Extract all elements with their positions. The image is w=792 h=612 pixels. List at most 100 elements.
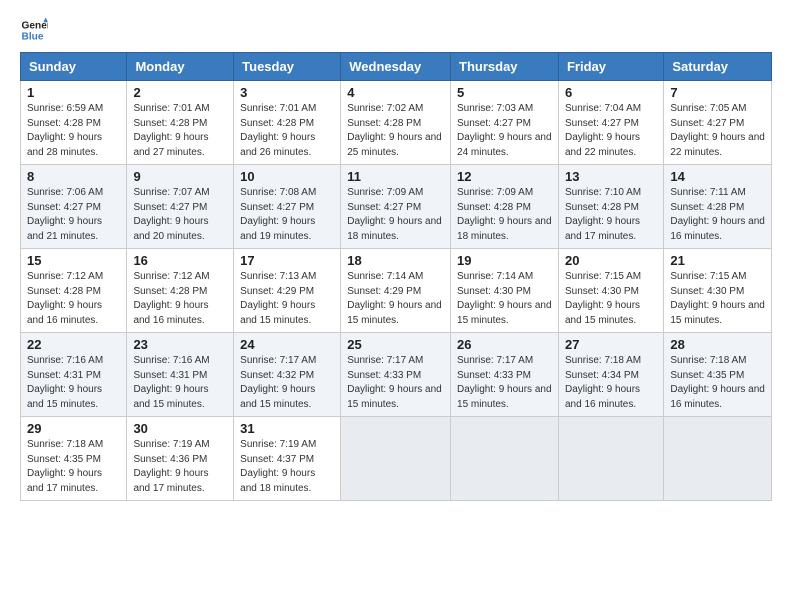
day-number: 7 (670, 85, 765, 100)
day-info: Sunrise: 7:03 AMSunset: 4:27 PMDaylight:… (457, 102, 552, 160)
calendar-cell: 30Sunrise: 7:19 AMSunset: 4:36 PMDayligh… (127, 417, 234, 501)
day-number: 19 (457, 253, 552, 268)
column-header-sunday: Sunday (21, 53, 127, 81)
day-number: 29 (27, 421, 120, 436)
column-header-friday: Friday (558, 53, 663, 81)
day-info: Sunrise: 7:08 AMSunset: 4:27 PMDaylight:… (240, 186, 334, 244)
calendar-cell: 3 Sunrise: 7:01 AMSunset: 4:28 PMDaylight… (234, 81, 341, 165)
calendar-cell: 13 Sunrise: 7:10 AMSunset: 4:28 PMDayligh… (558, 165, 663, 249)
day-number: 10 (240, 169, 334, 184)
calendar-cell: 23 Sunrise: 7:16 AMSunset: 4:31 PMDayligh… (127, 333, 234, 417)
calendar-cell: 27 Sunrise: 7:18 AMSunset: 4:34 PMDayligh… (558, 333, 663, 417)
day-number: 15 (27, 253, 120, 268)
day-info: Sunrise: 7:01 AMSunset: 4:28 PMDaylight:… (240, 102, 334, 160)
calendar-cell: 14Sunrise: 7:11 AMSunset: 4:28 PMDayligh… (664, 165, 772, 249)
column-header-saturday: Saturday (664, 53, 772, 81)
day-number: 20 (565, 253, 657, 268)
logo-icon: General Blue (20, 16, 48, 44)
day-info: Sunrise: 7:02 AMSunset: 4:28 PMDaylight:… (347, 102, 444, 160)
calendar-cell: 31Sunrise: 7:19 AMSunset: 4:37 PMDayligh… (234, 417, 341, 501)
day-number: 18 (347, 253, 444, 268)
calendar-cell: 17 Sunrise: 7:13 AMSunset: 4:29 PMDayligh… (234, 249, 341, 333)
calendar-cell (451, 417, 559, 501)
day-number: 22 (27, 337, 120, 352)
day-info: Sunrise: 7:14 AMSunset: 4:30 PMDaylight:… (457, 270, 552, 328)
calendar-cell: 28Sunrise: 7:18 AMSunset: 4:35 PMDayligh… (664, 333, 772, 417)
calendar-cell: 6Sunrise: 7:04 AMSunset: 4:27 PMDaylight… (558, 81, 663, 165)
calendar-cell: 11Sunrise: 7:09 AMSunset: 4:27 PMDayligh… (341, 165, 451, 249)
page-header: General Blue (20, 16, 772, 44)
calendar-week-row: 15 Sunrise: 7:12 AMSunset: 4:28 PMDayligh… (21, 249, 772, 333)
day-info: Sunrise: 7:18 AMSunset: 4:35 PMDaylight:… (670, 354, 765, 412)
calendar-cell: 24Sunrise: 7:17 AMSunset: 4:32 PMDayligh… (234, 333, 341, 417)
day-number: 3 (240, 85, 334, 100)
day-info: Sunrise: 7:01 AMSunset: 4:28 PMDaylight:… (133, 102, 227, 160)
day-info: Sunrise: 7:17 AMSunset: 4:33 PMDaylight:… (347, 354, 444, 412)
day-info: Sunrise: 7:15 AMSunset: 4:30 PMDaylight:… (565, 270, 657, 328)
day-number: 16 (133, 253, 227, 268)
calendar-cell: 20 Sunrise: 7:15 AMSunset: 4:30 PMDayligh… (558, 249, 663, 333)
calendar-cell: 15 Sunrise: 7:12 AMSunset: 4:28 PMDayligh… (21, 249, 127, 333)
calendar-header-row: SundayMondayTuesdayWednesdayThursdayFrid… (21, 53, 772, 81)
day-info: Sunrise: 7:10 AMSunset: 4:28 PMDaylight:… (565, 186, 657, 244)
day-info: Sunrise: 7:16 AMSunset: 4:31 PMDaylight:… (133, 354, 227, 412)
day-number: 4 (347, 85, 444, 100)
calendar-cell: 16 Sunrise: 7:12 AMSunset: 4:28 PMDayligh… (127, 249, 234, 333)
day-info: Sunrise: 7:09 AMSunset: 4:28 PMDaylight:… (457, 186, 552, 244)
day-number: 17 (240, 253, 334, 268)
calendar-week-row: 22 Sunrise: 7:16 AMSunset: 4:31 PMDayligh… (21, 333, 772, 417)
column-header-thursday: Thursday (451, 53, 559, 81)
calendar-week-row: 29 Sunrise: 7:18 AMSunset: 4:35 PMDayligh… (21, 417, 772, 501)
day-info: Sunrise: 7:09 AMSunset: 4:27 PMDaylight:… (347, 186, 444, 244)
day-number: 8 (27, 169, 120, 184)
day-number: 21 (670, 253, 765, 268)
day-info: Sunrise: 7:14 AMSunset: 4:29 PMDaylight:… (347, 270, 444, 328)
svg-text:Blue: Blue (22, 31, 44, 42)
calendar-cell (664, 417, 772, 501)
calendar-cell: 7 Sunrise: 7:05 AMSunset: 4:27 PMDaylight… (664, 81, 772, 165)
calendar-cell: 26Sunrise: 7:17 AMSunset: 4:33 PMDayligh… (451, 333, 559, 417)
day-number: 25 (347, 337, 444, 352)
day-info: Sunrise: 7:17 AMSunset: 4:33 PMDaylight:… (457, 354, 552, 412)
day-info: Sunrise: 7:17 AMSunset: 4:32 PMDaylight:… (240, 354, 334, 412)
day-info: Sunrise: 7:06 AMSunset: 4:27 PMDaylight:… (27, 186, 120, 244)
calendar-cell: 12Sunrise: 7:09 AMSunset: 4:28 PMDayligh… (451, 165, 559, 249)
day-info: Sunrise: 7:15 AMSunset: 4:30 PMDaylight:… (670, 270, 765, 328)
calendar-cell: 2 Sunrise: 7:01 AMSunset: 4:28 PMDaylight… (127, 81, 234, 165)
day-number: 13 (565, 169, 657, 184)
day-number: 14 (670, 169, 765, 184)
column-header-monday: Monday (127, 53, 234, 81)
day-info: Sunrise: 7:13 AMSunset: 4:29 PMDaylight:… (240, 270, 334, 328)
day-number: 30 (133, 421, 227, 436)
logo: General Blue (20, 16, 48, 44)
column-header-tuesday: Tuesday (234, 53, 341, 81)
day-number: 27 (565, 337, 657, 352)
calendar-cell: 10 Sunrise: 7:08 AMSunset: 4:27 PMDayligh… (234, 165, 341, 249)
day-number: 23 (133, 337, 227, 352)
day-info: Sunrise: 7:16 AMSunset: 4:31 PMDaylight:… (27, 354, 120, 412)
calendar-week-row: 8 Sunrise: 7:06 AMSunset: 4:27 PMDaylight… (21, 165, 772, 249)
day-info: Sunrise: 7:18 AMSunset: 4:35 PMDaylight:… (27, 438, 120, 496)
calendar-cell: 21 Sunrise: 7:15 AMSunset: 4:30 PMDayligh… (664, 249, 772, 333)
day-info: Sunrise: 7:12 AMSunset: 4:28 PMDaylight:… (133, 270, 227, 328)
day-info: Sunrise: 7:18 AMSunset: 4:34 PMDaylight:… (565, 354, 657, 412)
calendar-cell: 29 Sunrise: 7:18 AMSunset: 4:35 PMDayligh… (21, 417, 127, 501)
calendar-cell: 8 Sunrise: 7:06 AMSunset: 4:27 PMDaylight… (21, 165, 127, 249)
day-info: Sunrise: 6:59 AMSunset: 4:28 PMDaylight:… (27, 102, 120, 160)
day-info: Sunrise: 7:12 AMSunset: 4:28 PMDaylight:… (27, 270, 120, 328)
calendar-cell: 18 Sunrise: 7:14 AMSunset: 4:29 PMDayligh… (341, 249, 451, 333)
day-number: 9 (133, 169, 227, 184)
calendar-cell (341, 417, 451, 501)
calendar-cell: 22 Sunrise: 7:16 AMSunset: 4:31 PMDayligh… (21, 333, 127, 417)
calendar-table: SundayMondayTuesdayWednesdayThursdayFrid… (20, 52, 772, 501)
calendar-cell: 5Sunrise: 7:03 AMSunset: 4:27 PMDaylight… (451, 81, 559, 165)
day-info: Sunrise: 7:07 AMSunset: 4:27 PMDaylight:… (133, 186, 227, 244)
day-number: 1 (27, 85, 120, 100)
calendar-cell: 1 Sunrise: 6:59 AMSunset: 4:28 PMDaylight… (21, 81, 127, 165)
day-info: Sunrise: 7:05 AMSunset: 4:27 PMDaylight:… (670, 102, 765, 160)
calendar-cell: 4 Sunrise: 7:02 AMSunset: 4:28 PMDaylight… (341, 81, 451, 165)
calendar-cell (558, 417, 663, 501)
day-number: 2 (133, 85, 227, 100)
calendar-cell: 9 Sunrise: 7:07 AMSunset: 4:27 PMDaylight… (127, 165, 234, 249)
day-number: 31 (240, 421, 334, 436)
